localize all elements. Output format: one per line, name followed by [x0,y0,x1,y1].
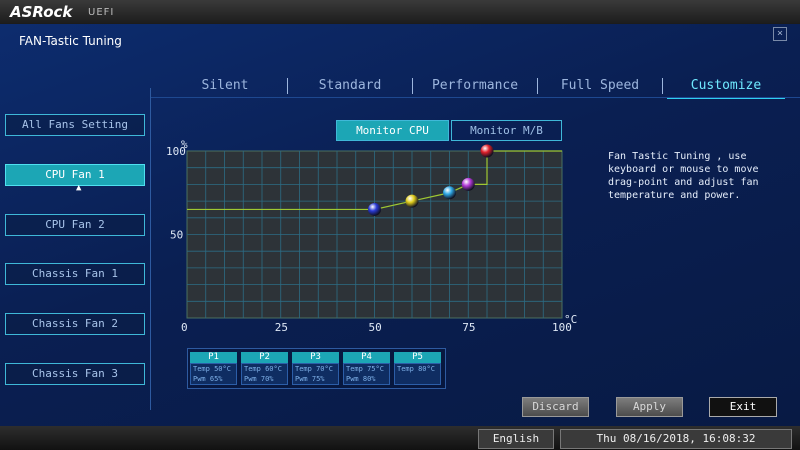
point-cell-p4[interactable]: P4 Temp 75°C Pwm 80% [343,352,390,385]
point-cell-p3[interactable]: P3 Temp 70°C Pwm 75% [292,352,339,385]
y-axis-unit-label: % [181,138,188,151]
point-temp: Temp 60°C [244,365,282,373]
point-cell-body: Temp 70°C Pwm 75% [292,363,339,385]
point-pwm: Pwm 80% [346,375,376,383]
language-selector[interactable]: English [478,429,554,449]
drag-point-p4[interactable] [461,177,475,191]
drag-point-p1[interactable] [368,202,381,216]
point-temp: Temp 80°C [397,365,435,373]
point-cell-body: Temp 50°C Pwm 65% [190,363,237,385]
x-tick-label: 50 [369,321,382,334]
point-cell-name: P3 [292,352,339,363]
point-cell-body: Temp 80°C [394,363,441,385]
x-tick-label: 0 [181,321,188,334]
point-temp: Temp 70°C [295,365,333,373]
point-cell-p5[interactable]: P5 Temp 80°C [394,352,441,385]
x-axis-unit-label: °C [564,313,577,326]
point-pwm: Pwm 65% [193,375,223,383]
point-cell-body: Temp 75°C Pwm 80% [343,363,390,385]
point-cell-name: P2 [241,352,288,363]
apply-button[interactable]: Apply [616,397,683,417]
point-cell-name: P1 [190,352,237,363]
y-tick-label: 50 [170,229,183,242]
point-cell-p2[interactable]: P2 Temp 60°C Pwm 70% [241,352,288,385]
point-temp: Temp 50°C [193,365,231,373]
point-pwm: Pwm 75% [295,375,325,383]
help-text: Fan Tastic Tuning , use keyboard or mous… [608,151,759,201]
x-tick-label: 75 [462,321,475,334]
point-cell-name: P5 [394,352,441,363]
point-pwm: Pwm 70% [244,375,274,383]
drag-point-p2[interactable] [405,194,419,208]
point-cell-name: P4 [343,352,390,363]
point-temp: Temp 75°C [346,365,384,373]
point-cell-p1[interactable]: P1 Temp 50°C Pwm 65% [190,352,237,385]
exit-button[interactable]: Exit [709,397,777,417]
drag-point-p3[interactable] [443,186,456,200]
x-tick-label: 25 [275,321,288,334]
datetime-display: Thu 08/16/2018, 16:08:32 [560,429,792,449]
chart-grid [186,150,563,319]
drag-point-p5[interactable] [480,144,494,158]
discard-button[interactable]: Discard [522,397,589,417]
point-cell-body: Temp 60°C Pwm 70% [241,363,288,385]
